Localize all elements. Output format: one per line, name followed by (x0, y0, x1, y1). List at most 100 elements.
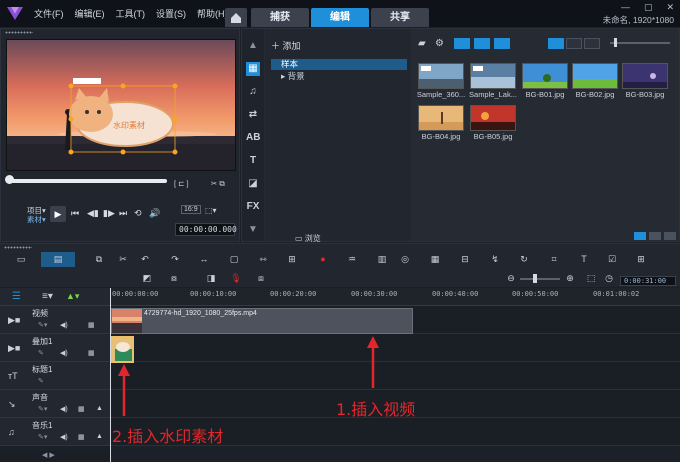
panel-grip[interactable] (4, 246, 32, 249)
prev-frame-icon[interactable]: ◀▮ (87, 208, 99, 219)
ripple-toggle-icon[interactable]: ▦ (78, 433, 85, 441)
scrub-handle[interactable] (5, 175, 14, 184)
options-button[interactable] (634, 232, 646, 240)
playhead[interactable] (110, 288, 111, 462)
end-icon[interactable]: ⏭ (119, 208, 127, 219)
add-folder-button[interactable]: ＋ 添加 (271, 39, 301, 52)
thumbnail-view-button[interactable] (548, 38, 564, 49)
zoom-slider-handle[interactable] (533, 274, 537, 283)
mute-icon[interactable]: ◀) (60, 433, 68, 441)
list-view-button[interactable] (566, 38, 582, 49)
motion-tracking-icon[interactable]: ◎ (398, 254, 412, 265)
record-capture-icon[interactable]: ▢ (227, 254, 241, 265)
3d-title-icon[interactable]: T (577, 254, 591, 265)
cue-point-icon[interactable]: ▲▾ (66, 291, 79, 302)
thumb-sample-360[interactable] (418, 63, 464, 89)
scroll-arrows-icon[interactable]: ◀ ▶ (42, 451, 55, 459)
zoom-slider[interactable] (520, 278, 560, 280)
ripple-toggle-icon[interactable]: ▦ (78, 405, 85, 413)
aspect-ratio-button[interactable]: 16:9 (181, 205, 201, 214)
smart-proxy-icon[interactable]: ◩ (140, 273, 154, 284)
timeline-ruler[interactable]: 00:00:00:00 00:00:10:00 00:00:20:00 00:0… (110, 288, 680, 306)
time-remap-icon[interactable]: ↻ (517, 254, 531, 265)
ripple-icon[interactable]: ⇿ (256, 254, 270, 265)
title-icon[interactable]: T (246, 154, 260, 168)
track-header-voice[interactable]: ↘ 声音 ✎▾ ◀) ▦ ▲ (0, 390, 110, 418)
subtitle-icon[interactable]: ▦ (428, 254, 442, 265)
mute-icon[interactable]: ◀) (60, 321, 68, 329)
menu-settings[interactable]: 设置(S) (156, 7, 186, 20)
view-layout-button-2[interactable] (664, 232, 676, 240)
track-volume-icon[interactable]: ▲ (96, 405, 103, 412)
timeline-options-icon[interactable]: ⊞ (634, 254, 648, 265)
thumb-bg-b01[interactable] (522, 63, 568, 89)
trim-icon[interactable]: ↔ (197, 254, 211, 265)
thumbnail-size-slider[interactable] (610, 42, 670, 44)
scrub-bar[interactable] (9, 179, 167, 183)
undo-icon[interactable]: ↶ (138, 254, 152, 265)
menu-help[interactable]: 帮助(H) (197, 7, 228, 20)
chapter-icon[interactable]: ≡▾ (42, 291, 53, 302)
preview-timecode[interactable]: 00:00:00.000 (175, 223, 237, 236)
track-header-music[interactable]: ♫ 音乐1 ✎▾ ◀) ▦ ▲ (0, 418, 110, 446)
ripple-toggle-icon[interactable]: ▦ (88, 349, 95, 357)
mute-icon[interactable]: ◀) (60, 405, 68, 413)
media-category-icon[interactable]: ▦ (246, 62, 260, 76)
tab-capture[interactable]: 捕获 (251, 8, 309, 27)
tab-edit[interactable]: 编辑 (311, 8, 369, 27)
track-lane-title[interactable] (110, 362, 680, 390)
fit-project-icon[interactable]: ⬚ (584, 273, 598, 284)
home-start-icon[interactable]: ⏮ (71, 208, 79, 219)
redo-icon[interactable]: ↷ (168, 254, 182, 265)
multi-camera-icon[interactable]: ⊟ (458, 254, 472, 265)
maximize-icon[interactable]: ▢ (644, 2, 653, 13)
ripple-toggle-icon[interactable]: ▦ (88, 321, 95, 329)
home-tab[interactable] (225, 8, 247, 27)
track-lane-overlay[interactable] (110, 334, 680, 362)
split-icon[interactable]: ✂ ⧉ (211, 179, 225, 189)
motion-path-icon[interactable]: ↯ (488, 254, 502, 265)
timeline-horizontal-scroll[interactable]: ◀ ▶ (0, 451, 110, 461)
thumb-bg-b02[interactable] (572, 63, 618, 89)
view-layout-button-1[interactable] (649, 232, 661, 240)
watermark-clip[interactable] (111, 336, 134, 363)
zoom-out-icon[interactable]: ⊖ (504, 273, 518, 284)
storyboard-view-icon[interactable]: ▭ (14, 254, 28, 265)
show-videos-toggle[interactable] (454, 38, 470, 49)
menu-tools[interactable]: 工具(T) (116, 7, 146, 20)
track-header-video[interactable]: ▶■ 视频 ✎▾ ◀) ▦ (0, 306, 110, 334)
instant-project-icon[interactable]: ♫ (246, 85, 260, 99)
sort-button[interactable] (584, 38, 600, 49)
audio-mixer-icon[interactable]: ♒ (345, 254, 359, 265)
collapse-down-icon[interactable]: ▼ (246, 223, 260, 237)
minimize-icon[interactable]: — (621, 2, 630, 13)
edit-pencil-icon[interactable]: ✎▾ (38, 321, 47, 329)
edit-pencil-icon[interactable]: ✎▾ (38, 405, 47, 413)
track-volume-icon[interactable]: ▲ (96, 433, 103, 440)
filter-fx-icon[interactable]: FX (246, 200, 260, 214)
menu-file[interactable]: 文件(F) (34, 7, 64, 20)
thumb-bg-b03[interactable] (622, 63, 668, 89)
snapshot-icon[interactable]: ◨ (204, 273, 218, 284)
folder-background[interactable]: ▸ 背景 (271, 71, 407, 82)
import-folder-icon[interactable]: ▰ (418, 38, 426, 49)
edit-pencil-icon[interactable]: ✎ (38, 377, 44, 385)
edit-pencil-icon[interactable]: ✎ (38, 349, 44, 357)
thumb-sample-lake[interactable] (470, 63, 516, 89)
timeline-view-icon[interactable]: ▤ (41, 252, 75, 267)
tools-icon[interactable]: ✂ (116, 254, 130, 265)
transition-icon[interactable]: ⇄ (246, 108, 260, 122)
show-photos-toggle[interactable] (474, 38, 490, 49)
render-icon[interactable]: ⧇ (167, 273, 181, 284)
trim-markers-icon[interactable]: [ ⊏ ] (174, 179, 189, 188)
track-header-title[interactable]: ᴛT 标题1 ✎ (0, 362, 110, 390)
microphone-icon[interactable]: 🎙 (229, 273, 243, 284)
mask-icon[interactable]: ● (316, 254, 330, 265)
preview-window[interactable]: 水印素材 (6, 39, 236, 171)
panel-grip[interactable] (5, 31, 33, 34)
folder-sample[interactable]: 样本 (271, 59, 407, 70)
thumb-bg-b04[interactable] (418, 105, 464, 131)
thumb-bg-b05[interactable] (470, 105, 516, 131)
add-remove-track-icon[interactable]: ⧉ (92, 254, 106, 265)
collapse-up-icon[interactable]: ▲ (246, 39, 260, 53)
